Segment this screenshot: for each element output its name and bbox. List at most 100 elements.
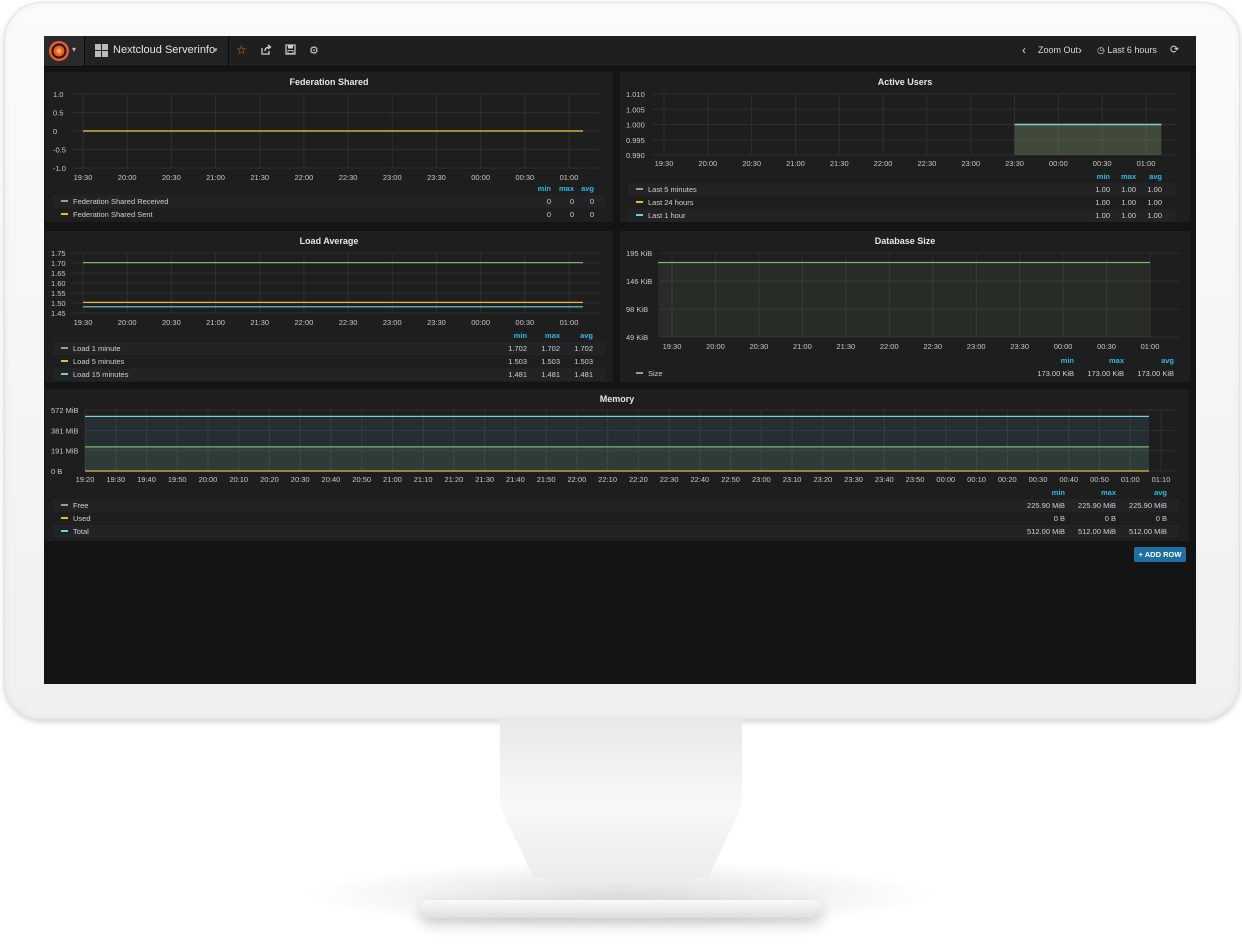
chevron-right-icon[interactable]: › (1078, 43, 1082, 57)
x-tick-label: 00:20 (998, 475, 1017, 484)
legend-swatch (61, 517, 68, 519)
x-tick-label: 20:40 (322, 475, 341, 484)
share-icon[interactable] (261, 44, 272, 58)
legend-swatch (636, 188, 643, 190)
x-tick-label: 20:30 (162, 318, 181, 327)
y-tick-label: 146 KiB (626, 277, 652, 286)
x-tick-label: 20:30 (750, 342, 769, 351)
grafana-screen: ▾ Nextcloud Serverinfo ▾ ☆ ⚙ ‹ Zoom Out … (44, 36, 1196, 684)
legend-row-load-5-minutes[interactable]: Load 5 minutes 1.503 1.503 1.503 (53, 355, 605, 368)
x-tick-label: 23:00 (383, 318, 402, 327)
y-tick-label: 0.990 (626, 151, 645, 160)
y-tick-label: 1.000 (626, 121, 645, 130)
series-area-fill (1014, 124, 1162, 155)
panel-database-size: Database Size 19:30 20:00 20:30 21:00 21:30 2… (620, 231, 1190, 382)
monitor-stand-neck (500, 718, 742, 878)
legend-swatch (61, 504, 68, 506)
dashboard-title: Nextcloud Serverinfo (113, 44, 216, 56)
x-tick-label: 21:00 (793, 342, 812, 351)
x-tick-label: 00:00 (1054, 342, 1073, 351)
refresh-icon[interactable]: ⟳ (1170, 43, 1179, 56)
legend-value-max: 1.503 (541, 357, 560, 366)
y-tick-label: 1.75 (51, 249, 66, 258)
legend-col-max: max (1108, 356, 1124, 365)
legend-value-max: 1.00 (1121, 211, 1136, 220)
grafana-menu-button[interactable]: ▾ (44, 36, 85, 66)
x-tick-label: 19:30 (663, 342, 682, 351)
legend-col-avg: avg (580, 331, 593, 340)
legend-series-name: Used (73, 514, 91, 523)
x-tick-label: 19:30 (655, 159, 674, 168)
x-tick-label: 23:40 (875, 475, 894, 484)
x-tick-label: 23:20 (813, 475, 832, 484)
legend-row-last-1-hour[interactable]: Last 1 hour 1.00 1.00 1.00 (628, 209, 1176, 222)
chevron-left-icon[interactable]: ‹ (1022, 43, 1026, 57)
y-tick-label: 1.45 (51, 309, 66, 318)
legend-series-name: Last 24 hours (648, 198, 694, 207)
legend-swatch (61, 373, 68, 375)
legend-value-max: 1.00 (1121, 185, 1136, 194)
y-tick-label: 1.55 (51, 289, 66, 298)
legend-row-free[interactable]: Free 225.90 MiB 225.90 MiB 225.90 MiB (53, 499, 1179, 512)
legend-value-avg: 0 B (1155, 514, 1167, 523)
x-tick-label: 01:00 (1141, 342, 1160, 351)
x-tick-label: 22:20 (629, 475, 648, 484)
x-tick-label: 21:30 (250, 318, 269, 327)
legend-row-last-5-minutes[interactable]: Last 5 minutes 1.00 1.00 1.00 (628, 183, 1176, 196)
time-range-picker[interactable]: ◷ Last 6 hours (1097, 45, 1157, 56)
x-tick-label: 21:00 (206, 173, 225, 182)
x-tick-label: 00:00 (471, 318, 490, 327)
x-tick-label: 23:10 (783, 475, 802, 484)
legend-value-avg: 0 (589, 197, 594, 206)
save-icon[interactable] (285, 44, 296, 58)
y-tick-label: 0 B (51, 467, 62, 476)
monitor-stand-base (420, 900, 822, 918)
star-icon[interactable]: ☆ (236, 43, 247, 57)
clock-icon: ◷ (1097, 45, 1105, 55)
legend-value-min: 1.00 (1095, 211, 1110, 220)
x-tick-label: 00:00 (936, 475, 955, 484)
x-tick-label: 00:50 (1090, 475, 1109, 484)
legend-series-name: Federation Shared Sent (73, 210, 153, 219)
legend-series-name: Federation Shared Received (73, 197, 169, 206)
legend-series-name: Load 1 minute (73, 344, 121, 353)
x-tick-label: 22:00 (567, 475, 586, 484)
legend-series-name: Last 5 minutes (648, 185, 697, 194)
legend-row-total[interactable]: Total 512.00 MiB 512.00 MiB 512.00 MiB (53, 525, 1179, 538)
legend-row-last-24-hours[interactable]: Last 24 hours 1.00 1.00 1.00 (628, 196, 1176, 209)
legend-row-load-15-minutes[interactable]: Load 15 minutes 1.481 1.481 1.481 (53, 368, 605, 381)
x-tick-label: 23:00 (752, 475, 771, 484)
legend-row-load-1-minute[interactable]: Load 1 minute 1.702 1.702 1.702 (53, 342, 605, 355)
legend-value-avg: 1.702 (574, 344, 593, 353)
legend-row-used[interactable]: Used 0 B 0 B 0 B (53, 512, 1179, 525)
dashboard-picker[interactable]: Nextcloud Serverinfo ▾ (86, 36, 229, 66)
legend-row-federation-sent[interactable]: Federation Shared Sent 0 0 0 (53, 208, 605, 221)
legend-row-size[interactable]: Size 173.00 KiB 173.00 KiB 173.00 KiB (628, 367, 1184, 380)
legend-value-avg: 1.481 (574, 370, 593, 379)
y-tick-label: -0.5 (53, 146, 66, 155)
gear-icon[interactable]: ⚙ (309, 44, 319, 57)
legend-value-avg: 1.503 (574, 357, 593, 366)
x-tick-label: 20:20 (260, 475, 279, 484)
y-tick-label: 0 (53, 127, 57, 136)
legend-value-max: 1.00 (1121, 198, 1136, 207)
zoom-out-button[interactable]: Zoom Out (1038, 45, 1078, 55)
x-tick-label: 22:30 (660, 475, 679, 484)
legend-value-avg: 173.00 KiB (1137, 369, 1174, 378)
x-tick-label: 21:20 (445, 475, 464, 484)
x-tick-label: 19:40 (137, 475, 156, 484)
grafana-logo-icon (49, 41, 69, 61)
x-tick-label: 20:00 (706, 342, 725, 351)
x-tick-label: 22:00 (295, 318, 314, 327)
series-area-fill (658, 262, 1150, 337)
add-row-button[interactable]: + ADD ROW (1134, 547, 1186, 562)
x-tick-label: 20:10 (229, 475, 248, 484)
panel-federation-shared: Federation Shared 19:30 20:00 20:30 21:00 21… (45, 72, 613, 222)
legend-row-federation-received[interactable]: Federation Shared Received 0 0 0 (53, 195, 605, 208)
legend-value-avg: 512.00 MiB (1129, 527, 1167, 536)
y-tick-label: 1.70 (51, 259, 66, 268)
legend-value-avg: 1.00 (1147, 198, 1162, 207)
legend-value-max: 1.702 (541, 344, 560, 353)
x-tick-label: 01:00 (1121, 475, 1140, 484)
dashboard-grid-icon (95, 44, 108, 57)
